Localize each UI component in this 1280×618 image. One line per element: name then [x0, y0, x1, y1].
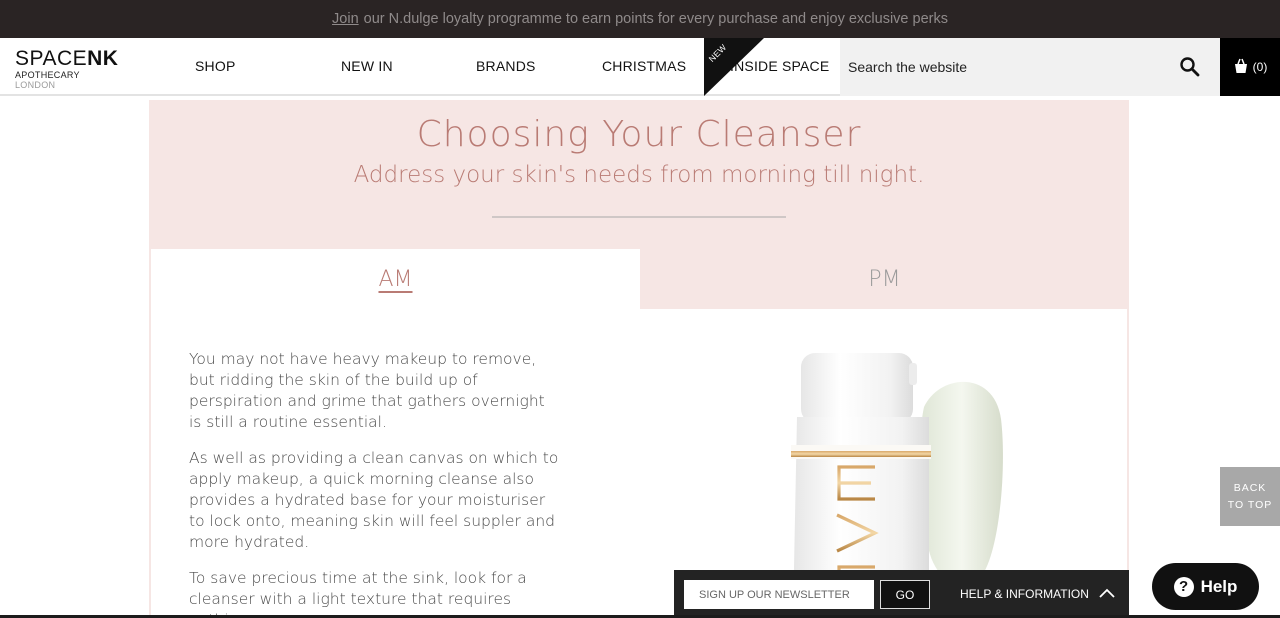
- promo-text: our N.dulge loyalty programme to earn po…: [363, 11, 948, 27]
- back-to-top-label: TO TOP: [1227, 498, 1273, 511]
- nav-shop[interactable]: SHOP: [195, 38, 235, 94]
- join-link[interactable]: Join: [332, 11, 359, 27]
- newsletter-input[interactable]: [684, 580, 874, 609]
- nav-brands[interactable]: BRANDS: [476, 38, 536, 94]
- search-input[interactable]: [840, 38, 1170, 96]
- logo-wordmark: SPACENK: [15, 47, 119, 70]
- nav-new-in[interactable]: NEW IN: [341, 38, 393, 94]
- promo-bar: Join our N.dulge loyalty programme to ea…: [0, 0, 1280, 38]
- question-icon: ?: [1173, 576, 1194, 597]
- tab-am[interactable]: AM: [151, 249, 640, 309]
- back-to-top-button[interactable]: BACK TO TOP: [1220, 467, 1280, 526]
- logo-tagline: APOTHECARY LONDON: [15, 70, 80, 90]
- help-information-label: HELP & INFORMATION: [960, 587, 1089, 601]
- page-title: Choosing Your Cleanser: [416, 114, 862, 155]
- help-information-toggle[interactable]: HELP & INFORMATION: [960, 570, 1115, 618]
- chevron-up-icon: [1099, 587, 1115, 601]
- cleanser-guide: Choosing Your Cleanser Address your skin…: [149, 100, 1129, 618]
- page-subtitle: Address your skin's needs from morning t…: [353, 162, 925, 188]
- basket-button[interactable]: (0): [1220, 38, 1280, 96]
- nav-christmas[interactable]: CHRISTMAS: [602, 38, 686, 94]
- paragraph: As well as providing a clean canvas on w…: [189, 449, 559, 551]
- basket-icon: [1233, 58, 1249, 77]
- divider: [492, 216, 786, 218]
- search-bar: [840, 38, 1220, 96]
- help-label: Help: [1200, 576, 1238, 596]
- tab-pm[interactable]: PM: [640, 249, 1129, 309]
- search-icon[interactable]: [1178, 55, 1202, 79]
- logo[interactable]: SPACENK APOTHECARY LONDON: [15, 47, 119, 91]
- nav-inside-space[interactable]: INSIDE SPACE: [730, 38, 829, 94]
- paragraph: To save precious time at the sink, look …: [189, 569, 527, 618]
- newsletter-go-button[interactable]: GO: [880, 580, 930, 609]
- newsletter-bar: GO HELP & INFORMATION: [674, 570, 1129, 618]
- paragraph: You may not have heavy makeup to remove,…: [189, 350, 545, 431]
- site-header: SPACENK APOTHECARY LONDON SHOP NEW IN BR…: [0, 38, 1280, 96]
- back-to-top-label: BACK: [1233, 481, 1267, 494]
- basket-count: (0): [1252, 60, 1268, 74]
- help-chat-button[interactable]: ? Help: [1152, 563, 1259, 610]
- article-copy: You may not have heavy makeup to remove,…: [189, 349, 559, 618]
